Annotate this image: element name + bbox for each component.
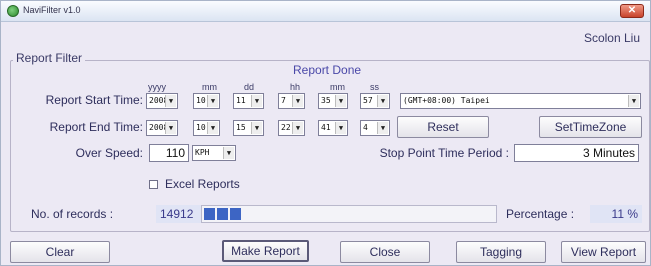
hour-column-header: hh <box>290 82 301 92</box>
end-day-select[interactable]: 15 ▼ <box>233 120 264 136</box>
view-report-button[interactable]: View Report <box>561 241 646 263</box>
end-hour-select[interactable]: 22 ▼ <box>278 120 305 136</box>
start-hour-value: 7 <box>281 96 286 105</box>
chevron-down-icon: ▼ <box>207 122 218 134</box>
day-column-header: dd <box>244 82 255 92</box>
start-minute-select[interactable]: 35 ▼ <box>318 93 348 109</box>
speed-unit-select[interactable]: KPH ▼ <box>192 145 236 161</box>
navifilter-icon <box>7 5 19 17</box>
year-column-header: yyyy <box>148 82 166 92</box>
progress-bar <box>201 205 497 223</box>
report-filter-legend: Report Filter <box>13 51 86 65</box>
records-count: 14912 <box>156 205 201 223</box>
chevron-down-icon: ▼ <box>292 122 303 134</box>
over-speed-input[interactable]: 110 <box>149 144 189 162</box>
progress-segment <box>230 208 241 220</box>
minute-column-header: mm <box>330 82 345 92</box>
start-day-value: 11 <box>236 96 246 105</box>
start-month-select[interactable]: 10 ▼ <box>193 93 220 109</box>
progress-segment <box>217 208 228 220</box>
clear-button[interactable]: Clear <box>10 241 110 263</box>
chevron-down-icon: ▼ <box>335 95 346 107</box>
chevron-down-icon: ▼ <box>165 95 176 107</box>
stop-point-label: Stop Point Time Period : <box>379 146 509 160</box>
end-minute-select[interactable]: 41 ▼ <box>318 120 348 136</box>
chevron-down-icon: ▼ <box>223 147 234 159</box>
month-column-header: mm <box>202 82 217 92</box>
end-day-value: 15 <box>236 123 246 132</box>
close-button[interactable]: Close <box>340 241 430 263</box>
end-hour-value: 22 <box>281 123 291 132</box>
end-second-value: 4 <box>363 123 368 132</box>
close-window-button[interactable]: ✕ <box>620 4 644 18</box>
timezone-value: (GMT+08:00) Taipei <box>403 96 490 105</box>
window-title: NaviFilter v1.0 <box>23 5 81 15</box>
main-window: NaviFilter v1.0 ✕ Scolon Liu Report Filt… <box>0 0 651 266</box>
end-second-select[interactable]: 4 ▼ <box>360 120 390 136</box>
title-bar: NaviFilter v1.0 ✕ <box>1 1 650 22</box>
status-text: Report Done <box>293 63 362 77</box>
chevron-down-icon: ▼ <box>335 122 346 134</box>
chevron-down-icon: ▼ <box>292 95 303 107</box>
chevron-down-icon: ▼ <box>377 95 388 107</box>
chevron-down-icon: ▼ <box>251 95 262 107</box>
end-month-value: 10 <box>196 123 206 132</box>
start-day-select[interactable]: 11 ▼ <box>233 93 264 109</box>
timezone-select[interactable]: (GMT+08:00) Taipei ▼ <box>400 93 641 109</box>
chevron-down-icon: ▼ <box>628 95 639 107</box>
stop-point-input[interactable]: 3 Minutes <box>514 144 639 162</box>
start-second-value: 57 <box>363 96 373 105</box>
percentage-value: 11 % <box>590 205 642 223</box>
start-second-select[interactable]: 57 ▼ <box>360 93 390 109</box>
end-minute-value: 41 <box>321 123 331 132</box>
end-time-label: Report End Time: <box>49 120 143 134</box>
over-speed-label: Over Speed: <box>75 146 143 160</box>
chevron-down-icon: ▼ <box>251 122 262 134</box>
excel-reports-checkbox[interactable] <box>149 180 158 189</box>
excel-reports-label: Excel Reports <box>165 177 240 191</box>
records-label: No. of records : <box>31 207 114 221</box>
start-minute-value: 35 <box>321 96 331 105</box>
start-year-select[interactable]: 2008 ▼ <box>146 93 178 109</box>
reset-button[interactable]: Reset <box>397 116 489 138</box>
start-month-value: 10 <box>196 96 206 105</box>
make-report-button[interactable]: Make Report <box>222 240 309 262</box>
settimezone-button[interactable]: SetTimeZone <box>539 116 642 138</box>
chevron-down-icon: ▼ <box>165 122 176 134</box>
end-month-select[interactable]: 10 ▼ <box>193 120 220 136</box>
second-column-header: ss <box>370 82 379 92</box>
start-hour-select[interactable]: 7 ▼ <box>278 93 305 109</box>
tagging-button[interactable]: Tagging <box>456 241 546 263</box>
end-year-select[interactable]: 2008 ▼ <box>146 120 178 136</box>
start-time-label: Report Start Time: <box>45 93 143 107</box>
progress-segment <box>204 208 215 220</box>
percentage-label: Percentage : <box>506 207 575 221</box>
chevron-down-icon: ▼ <box>207 95 218 107</box>
author-label: Scolon Liu <box>583 31 640 45</box>
chevron-down-icon: ▼ <box>377 122 388 134</box>
speed-unit-value: KPH <box>195 148 210 157</box>
